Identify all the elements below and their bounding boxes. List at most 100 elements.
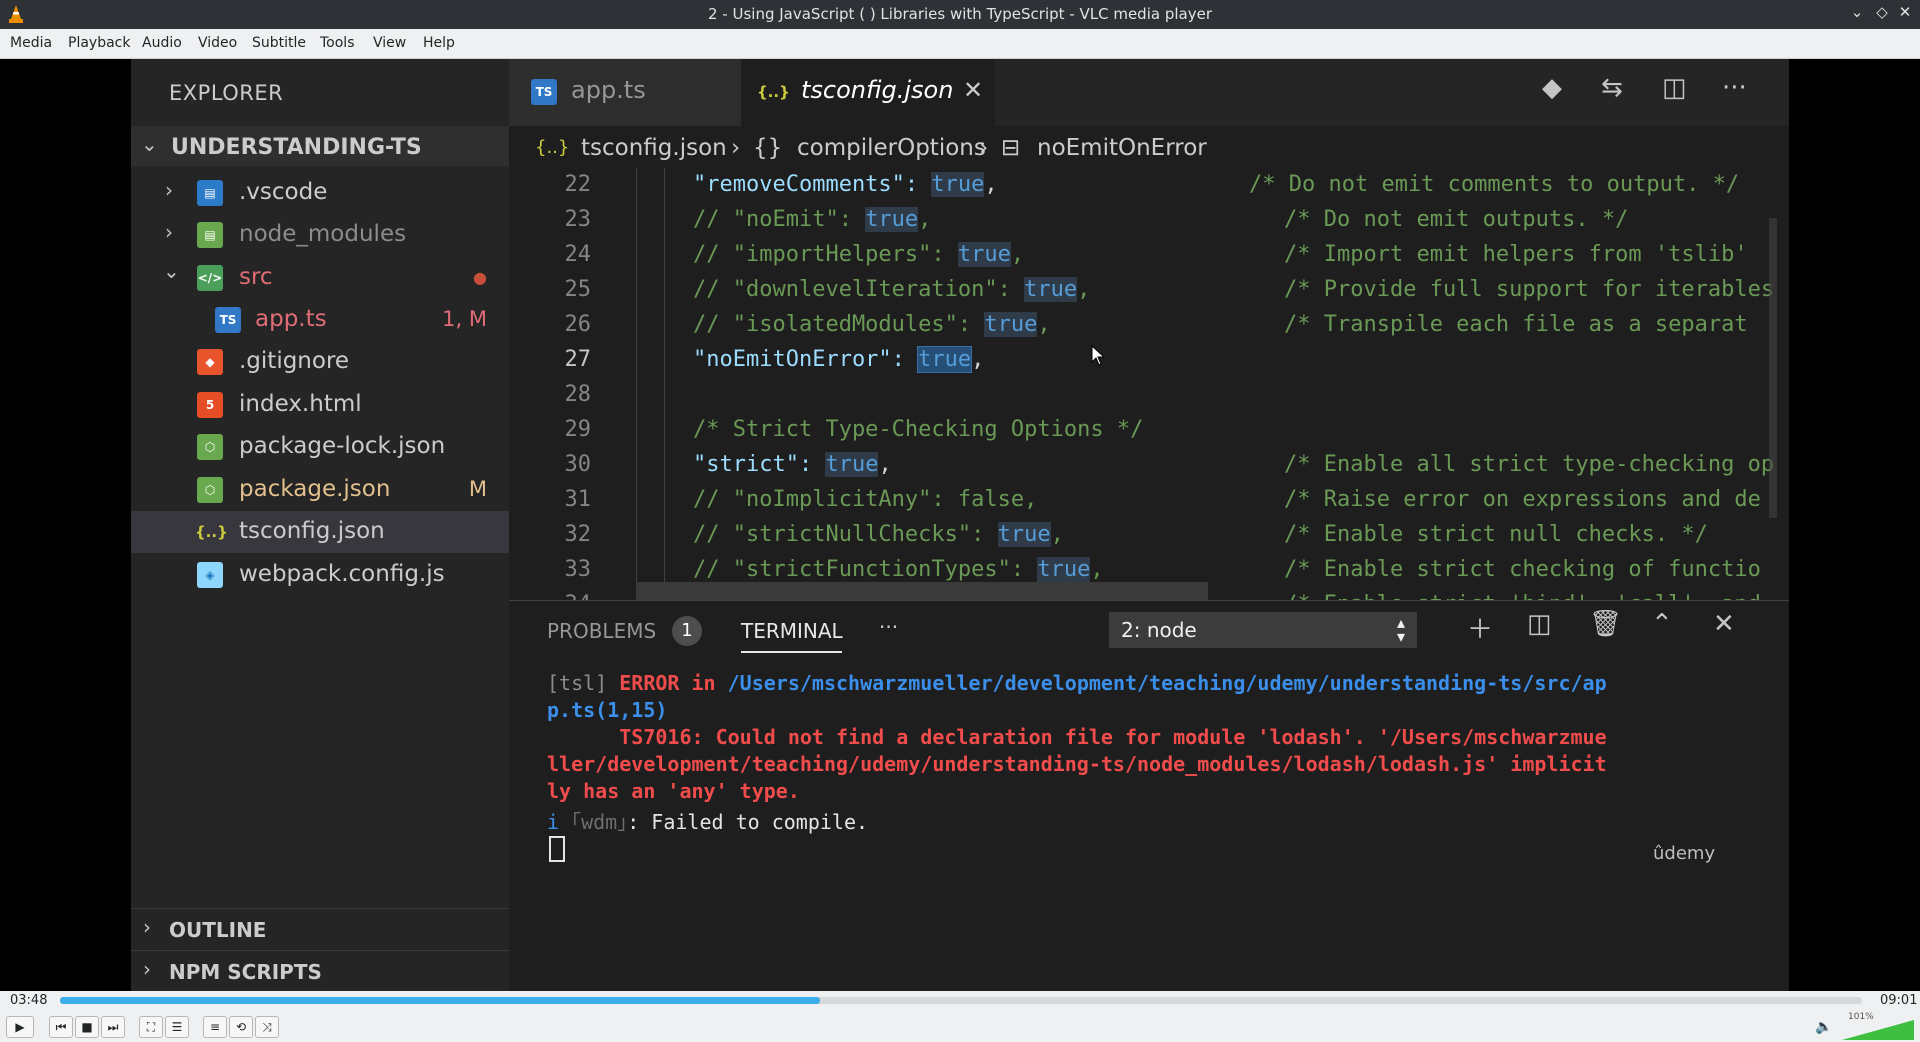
- previous-icon[interactable]: ⏮: [49, 1016, 73, 1038]
- code-line: 25 // "downlevelIteration": true, /* Provi…: [509, 273, 1789, 308]
- breadcrumb-object[interactable]: compilerOptions: [797, 135, 986, 161]
- tree-item-index-html[interactable]: 5 index.html: [131, 384, 509, 426]
- volume-slider[interactable]: [1842, 1020, 1914, 1040]
- modified-dot: ●: [473, 268, 487, 287]
- new-terminal-icon[interactable]: ＋: [1467, 609, 1493, 646]
- seek-progress: [60, 997, 821, 1004]
- breadcrumb-property[interactable]: noEmitOnError: [1037, 135, 1207, 161]
- shuffle-icon[interactable]: ⤨: [255, 1016, 279, 1038]
- object-icon: {}: [753, 135, 783, 161]
- line-number: 33: [564, 557, 592, 582]
- tree-item-webpack[interactable]: ◈ webpack.config.js: [131, 554, 509, 596]
- window-title: 2 - Using JavaScript ( ) Libraries with …: [707, 5, 1212, 23]
- fullscreen-icon[interactable]: ⛶: [139, 1016, 163, 1038]
- tree-item-vscode[interactable]: › ▤ .vscode: [131, 172, 509, 214]
- code-text: "noEmitOnError": true,: [693, 346, 985, 373]
- code-comment: /* Enable strict null checks. */: [1284, 522, 1708, 547]
- chevron-right-icon: ›: [979, 135, 989, 161]
- chevron-down-icon: ⌄: [141, 132, 158, 156]
- panel-more-icon[interactable]: ···: [879, 615, 898, 639]
- code-text: "strict": true,: [693, 452, 892, 477]
- node-file-icon: ⬡: [197, 434, 223, 460]
- seek-row: 03:48 09:01: [0, 991, 1920, 1011]
- code-editor[interactable]: 22 "removeComments": true, /* Do not emit …: [509, 168, 1789, 600]
- chevron-right-icon: ›: [165, 178, 173, 202]
- tab-problems[interactable]: PROBLEMS: [547, 619, 656, 643]
- code-text: // "downlevelIteration": true,: [693, 277, 1091, 302]
- extended-settings-icon[interactable]: ☰: [165, 1016, 189, 1038]
- tab-app-ts[interactable]: TS app.ts: [509, 59, 741, 126]
- title-bar: 2 - Using JavaScript ( ) Libraries with …: [0, 0, 1920, 29]
- menu-tools[interactable]: Tools: [320, 35, 355, 51]
- menu-subtitle[interactable]: Subtitle: [252, 35, 306, 51]
- folder-node-icon: ▤: [197, 222, 223, 248]
- project-header[interactable]: ⌄ UNDERSTANDING-TS: [131, 126, 509, 166]
- tree-item-label: tsconfig.json: [239, 518, 385, 544]
- select-arrows-icon: ▴ ▾: [1396, 613, 1405, 646]
- code-line: 22 "removeComments": true, /* Do not emit …: [509, 168, 1789, 203]
- next-icon[interactable]: ⏭: [101, 1016, 125, 1038]
- split-terminal-icon[interactable]: ◫: [1527, 609, 1552, 639]
- code-line: 28: [509, 378, 1789, 413]
- source-control-icon[interactable]: ⇆: [1601, 73, 1623, 103]
- code-comment: /* Raise error on expressions and de: [1284, 487, 1761, 512]
- tree-item-package-json[interactable]: ⬡ package.json M: [131, 469, 509, 511]
- tab-terminal[interactable]: TERMINAL: [741, 619, 843, 643]
- minimize-icon[interactable]: ⌄: [1846, 3, 1868, 21]
- stop-icon[interactable]: ■: [75, 1016, 99, 1038]
- loop-icon[interactable]: ⟲: [229, 1016, 253, 1038]
- trash-icon[interactable]: 🗑: [1589, 609, 1622, 639]
- split-editor-icon[interactable]: ◫: [1662, 73, 1687, 103]
- git-compare-icon[interactable]: ◆: [1542, 73, 1562, 103]
- webpack-file-icon: ◈: [197, 562, 223, 588]
- menu-video[interactable]: Video: [198, 35, 237, 51]
- section-npm-scripts[interactable]: › NPM SCRIPTS: [131, 950, 509, 991]
- chevron-up-icon[interactable]: ⌃: [1651, 609, 1673, 639]
- menu-view[interactable]: View: [373, 35, 406, 51]
- section-outline[interactable]: › OUTLINE: [131, 908, 509, 951]
- tree-item-label: node_modules: [239, 221, 407, 247]
- tab-tsconfig[interactable]: {..} tsconfig.json ✕: [741, 59, 995, 126]
- menu-playback[interactable]: Playback: [68, 35, 130, 51]
- tree-item-gitignore[interactable]: ◆ .gitignore: [131, 341, 509, 383]
- speaker-icon[interactable]: 🔈: [1815, 1019, 1832, 1035]
- folder-vscode-icon: ▤: [197, 180, 223, 206]
- horizontal-scrollbar[interactable]: [636, 582, 1208, 600]
- vertical-scrollbar[interactable]: [1769, 218, 1777, 518]
- chevron-right-icon: ›: [143, 915, 151, 939]
- close-window-icon[interactable]: ✕: [1894, 3, 1916, 21]
- close-panel-icon[interactable]: ✕: [1713, 609, 1735, 639]
- chevron-right-icon: ›: [731, 135, 741, 161]
- line-number: 22: [564, 172, 592, 197]
- tree-item-label: package-lock.json: [239, 433, 446, 459]
- tree-item-package-lock[interactable]: ⬡ package-lock.json: [131, 426, 509, 468]
- maximize-icon[interactable]: ◇: [1871, 3, 1893, 21]
- terminal-cursor: [549, 836, 565, 862]
- vscode-frame: EXPLORER ⌄ UNDERSTANDING-TS › ▤ .vscode …: [131, 59, 1789, 991]
- code-line: 26 // "isolatedModules": true, /* Transpil…: [509, 308, 1789, 343]
- tree-item-src[interactable]: ⌄ </> src ●: [131, 257, 509, 299]
- terminal-select[interactable]: 2: node ▴ ▾: [1109, 612, 1417, 648]
- close-tab-icon[interactable]: ✕: [963, 76, 983, 104]
- video-area[interactable]: EXPLORER ⌄ UNDERSTANDING-TS › ▤ .vscode …: [0, 59, 1920, 991]
- editor-tabs: TS app.ts {..} tsconfig.json ✕ ◆ ⇆ ◫ ···: [509, 59, 1789, 126]
- tree-item-node-modules[interactable]: › ▤ node_modules: [131, 214, 509, 256]
- breadcrumb-file[interactable]: tsconfig.json: [581, 135, 727, 161]
- tree-item-tsconfig[interactable]: {..} tsconfig.json: [131, 511, 509, 553]
- code-comment: /* Do not emit comments to output. */: [1249, 172, 1740, 197]
- menu-media[interactable]: Media: [10, 35, 52, 51]
- tree-item-label: .vscode: [239, 179, 328, 205]
- explorer-title: EXPLORER: [169, 81, 284, 105]
- more-actions-icon[interactable]: ···: [1722, 73, 1747, 103]
- code-line: 29 /* Strict Type-Checking Options */: [509, 413, 1789, 448]
- code-text: /* Strict Type-Checking Options */: [693, 417, 1144, 442]
- line-number: 28: [564, 382, 592, 407]
- file-status-badge: M: [468, 477, 487, 501]
- menu-audio[interactable]: Audio: [142, 35, 182, 51]
- play-icon[interactable]: ▶: [6, 1016, 34, 1038]
- file-status-badge: 1, M: [442, 307, 487, 331]
- seek-slider[interactable]: [60, 997, 1862, 1004]
- tree-item-app-ts[interactable]: TS app.ts 1, M: [131, 299, 509, 341]
- playlist-icon[interactable]: ≡: [203, 1016, 227, 1038]
- menu-help[interactable]: Help: [423, 35, 455, 51]
